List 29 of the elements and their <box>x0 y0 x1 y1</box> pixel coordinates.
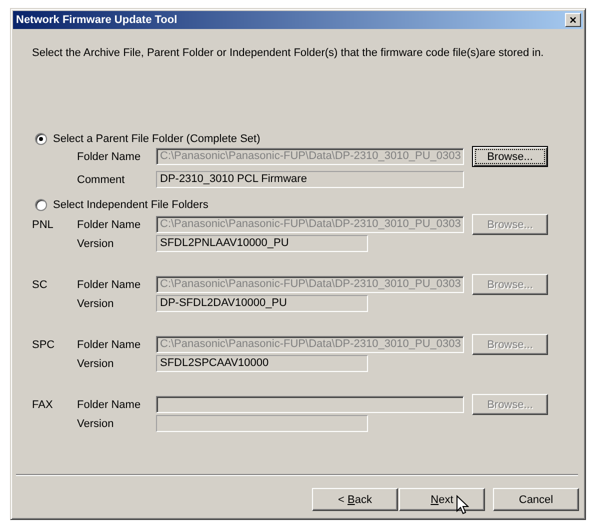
field-label: Folder Name <box>77 278 142 290</box>
field-label: Version <box>77 358 115 370</box>
field-label: Version <box>77 418 115 430</box>
readonly-field: DP-2310_3010 PCL Firmware <box>156 171 464 188</box>
field-label: Folder Name <box>77 338 142 350</box>
field-label: Version <box>77 298 115 310</box>
close-button[interactable]: × <box>565 13 581 27</box>
module-code: FAX <box>32 398 54 410</box>
browse-button[interactable]: Browse... <box>472 146 548 167</box>
readonly-field: DP-SFDL2DAV10000_PU <box>156 295 368 312</box>
window-title: Network Firmware Update Tool <box>16 14 178 26</box>
radio-button[interactable] <box>35 133 47 145</box>
option-label: Select a Parent File Folder (Complete Set) <box>53 133 260 145</box>
readonly-field: SFDL2PNLAAV10000_PU <box>156 235 368 252</box>
field-label: Version <box>77 238 115 250</box>
field-label: Folder Name <box>77 218 142 230</box>
field-label: Folder Name <box>77 398 142 410</box>
module-code: SPC <box>32 338 56 350</box>
back-button[interactable]: < Back <box>312 488 398 511</box>
cursor-icon <box>456 495 469 515</box>
cancel-button[interactable]: Cancel <box>493 488 579 511</box>
readonly-field: SFDL2SPCAAV10000 <box>156 355 368 372</box>
option-label: Select Independent File Folders <box>53 199 208 211</box>
radio-button[interactable] <box>35 199 47 211</box>
instruction-text: Select the Archive File, Parent Folder or Independent Folder(s) that the firmware code file(s)are stored in. <box>32 47 545 59</box>
module-code: PNL <box>32 218 54 230</box>
field-label: Comment <box>77 174 126 186</box>
module-code: SC <box>32 278 48 290</box>
field-label: Folder Name <box>77 150 142 162</box>
